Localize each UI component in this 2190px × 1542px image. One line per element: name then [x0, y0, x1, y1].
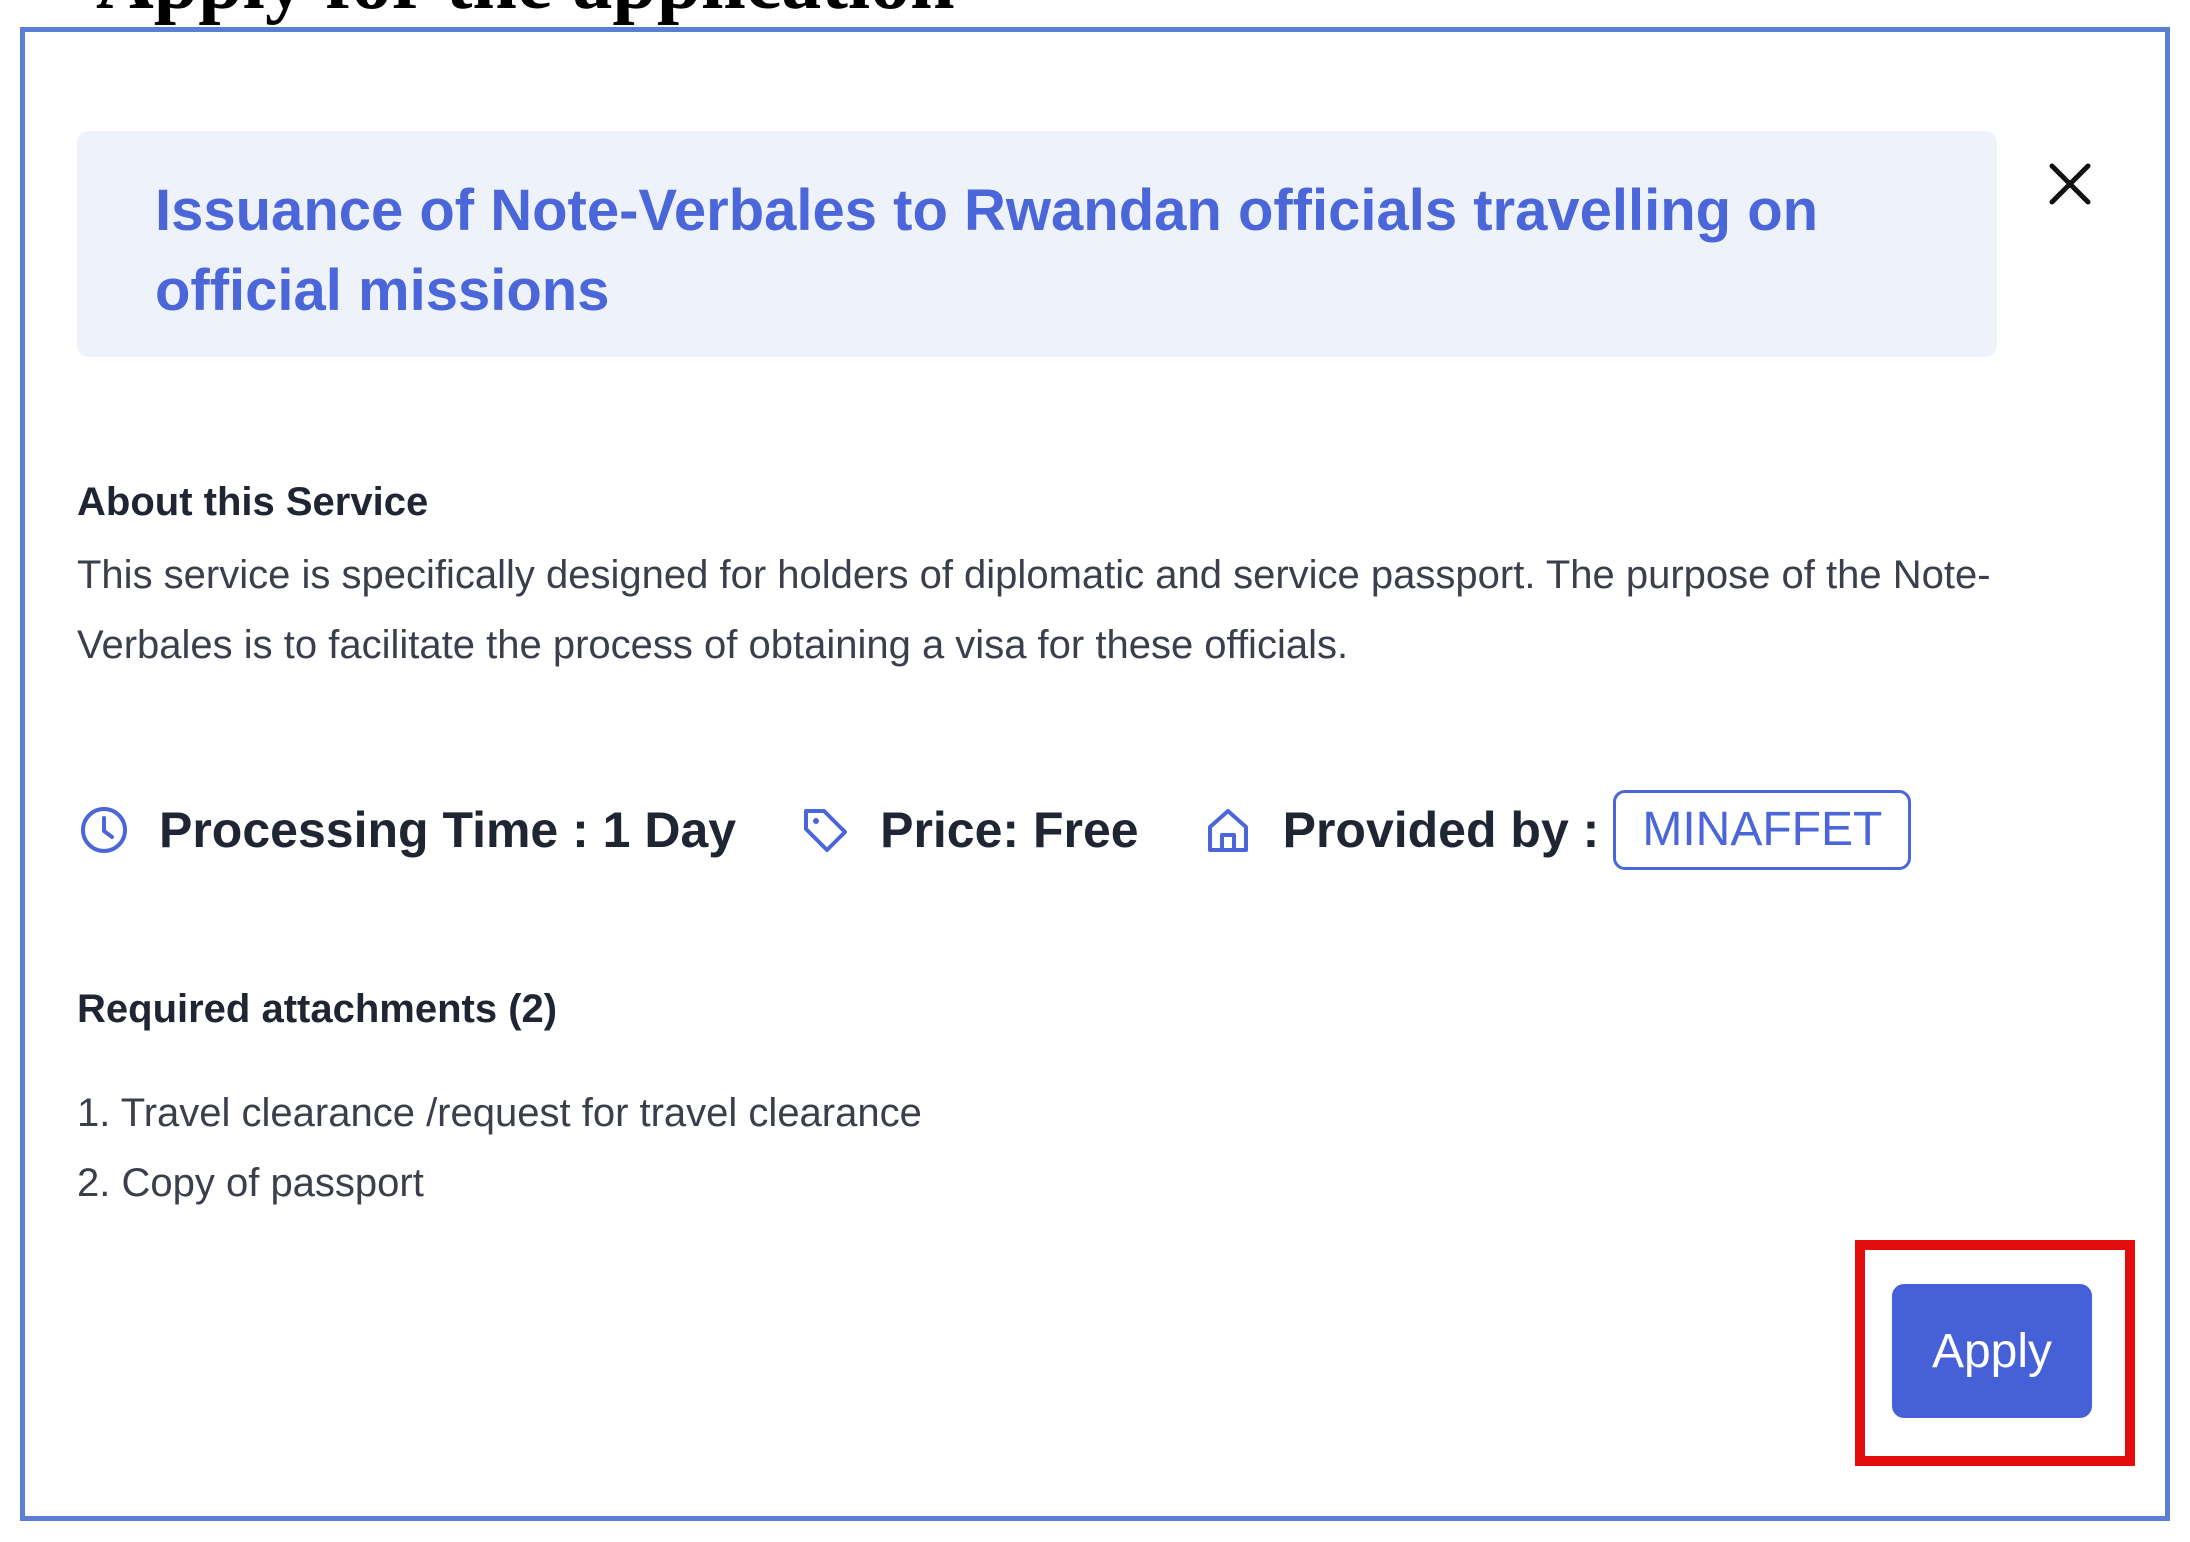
provided-by-label: Provided by :	[1282, 802, 1600, 858]
service-modal: Issuance of Note-Verbales to Rwandan off…	[20, 27, 2170, 1521]
attachments-list: 1. Travel clearance /request for travel …	[77, 1078, 922, 1218]
apply-button[interactable]: Apply	[1892, 1284, 2092, 1418]
close-button[interactable]	[2030, 144, 2110, 224]
title-box: Issuance of Note-Verbales to Rwandan off…	[77, 131, 1997, 357]
close-icon	[2049, 163, 2091, 205]
about-text: This service is specifically designed fo…	[77, 553, 1991, 667]
clock-icon	[81, 807, 127, 853]
service-meta: Processing Time : 1 Day Price: Free Prov…	[77, 788, 1912, 872]
modal-title: Issuance of Note-Verbales to Rwandan off…	[155, 178, 1819, 323]
top-caption: Apply for the application	[96, 0, 955, 22]
list-item: 1. Travel clearance /request for travel …	[77, 1091, 922, 1135]
tag-icon	[804, 809, 848, 852]
processing-time: Processing Time : 1 Day	[159, 802, 737, 858]
provider-badge[interactable]: MINAFFET	[1613, 790, 1912, 870]
home-icon	[1207, 809, 1248, 852]
attachments-label: Required attachments (2)	[77, 987, 558, 1031]
list-item: 2. Copy of passport	[77, 1161, 424, 1205]
price: Price: Free	[880, 802, 1139, 858]
about-label: About this Service	[77, 480, 429, 524]
